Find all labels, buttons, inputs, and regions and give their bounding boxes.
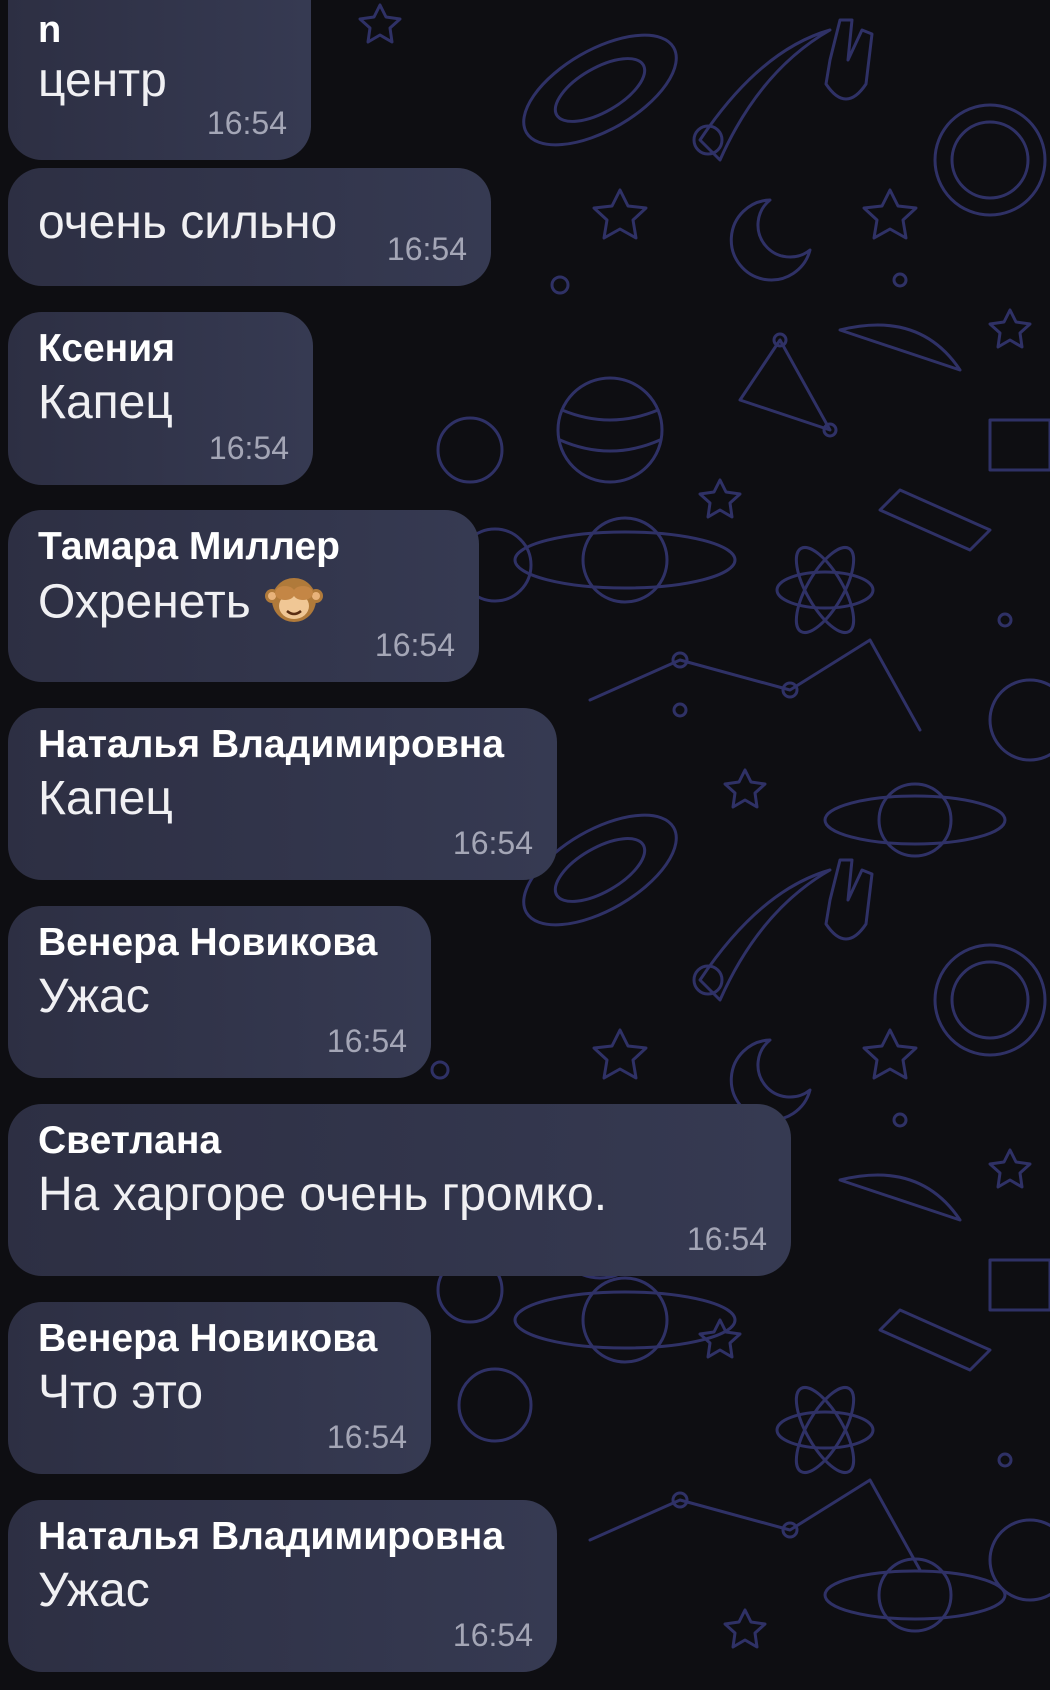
message-bubble[interactable]: очень сильно 16:54 (8, 168, 491, 286)
message-text: Ужас (38, 1564, 150, 1617)
message-bubble[interactable]: Венера Новикова Что это 16:54 (8, 1302, 431, 1474)
message-sender[interactable]: Наталья Владимировна (38, 1514, 527, 1560)
message-text-content: Охренеть (38, 575, 251, 629)
message-bubble[interactable]: Наталья Владимировна Ужас 16:54 (8, 1500, 557, 1672)
see-no-evil-monkey-emoji-icon (264, 570, 323, 640)
message-bubble[interactable]: Наталья Владимировна Капец 16:54 (8, 708, 557, 880)
message-time: 16:54 (206, 105, 287, 141)
message-text: Ужас (38, 970, 150, 1023)
message-time: 16:54 (374, 627, 455, 663)
message-text: На харгоре очень громко. (38, 1168, 608, 1221)
message-time: 16:54 (452, 1617, 533, 1653)
message-sender[interactable]: Ксения (38, 326, 283, 372)
message-text: Капец (38, 376, 173, 429)
message-sender[interactable]: n (38, 10, 281, 50)
message-time: 16:54 (326, 1023, 407, 1059)
message-bubble[interactable]: n центр 16:54 (8, 0, 311, 160)
message-text: центр (38, 54, 167, 107)
message-bubble[interactable]: Ксения Капец 16:54 (8, 312, 313, 485)
message-sender[interactable]: Наталья Владимировна (38, 722, 527, 768)
message-sender[interactable]: Светлана (38, 1118, 761, 1164)
message-bubble[interactable]: Тамара Миллер Охренеть 16:54 (8, 510, 479, 682)
message-sender[interactable]: Венера Новикова (38, 1316, 401, 1362)
message-time: 16:54 (686, 1221, 767, 1257)
message-sender[interactable]: Венера Новикова (38, 920, 401, 966)
message-time: 16:54 (452, 825, 533, 861)
message-sender[interactable]: Тамара Миллер (38, 524, 449, 570)
message-text: Что это (38, 1366, 204, 1419)
message-bubble[interactable]: Светлана На харгоре очень громко. 16:54 (8, 1104, 791, 1276)
message-bubble[interactable]: Венера Новикова Ужас 16:54 (8, 906, 431, 1078)
message-time: 16:54 (386, 231, 467, 267)
message-time: 16:54 (326, 1419, 407, 1455)
message-text: Капец (38, 772, 173, 825)
message-time: 16:54 (208, 430, 289, 466)
